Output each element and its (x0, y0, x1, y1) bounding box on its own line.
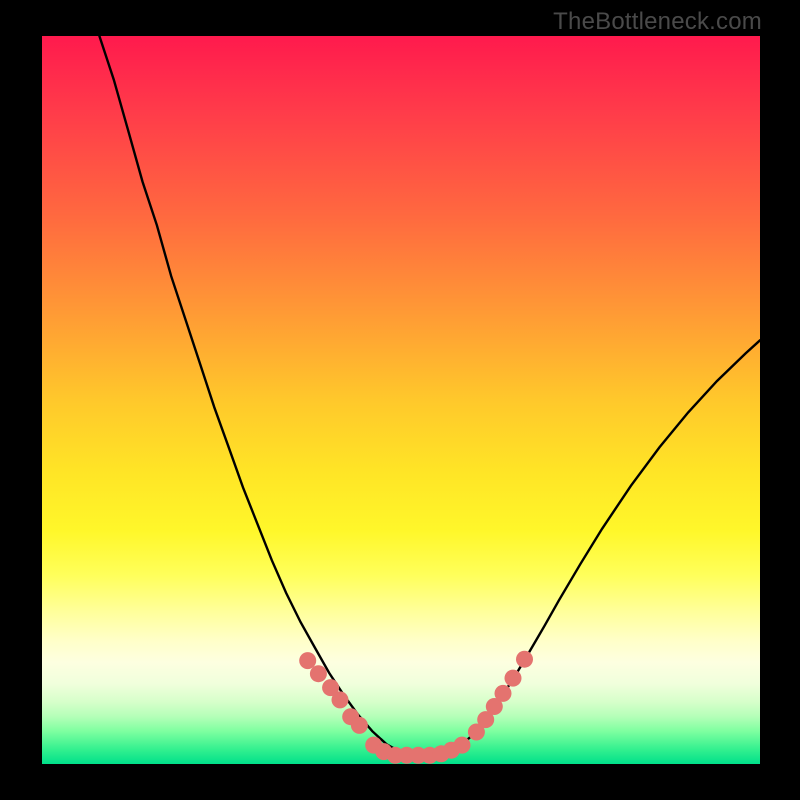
data-point-group (299, 651, 533, 764)
data-point (516, 651, 533, 668)
bottleneck-curve (99, 36, 760, 755)
watermark-label: TheBottleneck.com (553, 8, 762, 36)
data-point (332, 691, 349, 708)
chart-frame: TheBottleneck.com (0, 0, 800, 800)
data-point (505, 670, 522, 687)
data-point (299, 652, 316, 669)
plot-area (42, 36, 760, 764)
data-point (495, 685, 512, 702)
data-point (454, 737, 471, 754)
chart-svg (42, 36, 760, 764)
data-point (310, 665, 327, 682)
data-point (351, 717, 368, 734)
